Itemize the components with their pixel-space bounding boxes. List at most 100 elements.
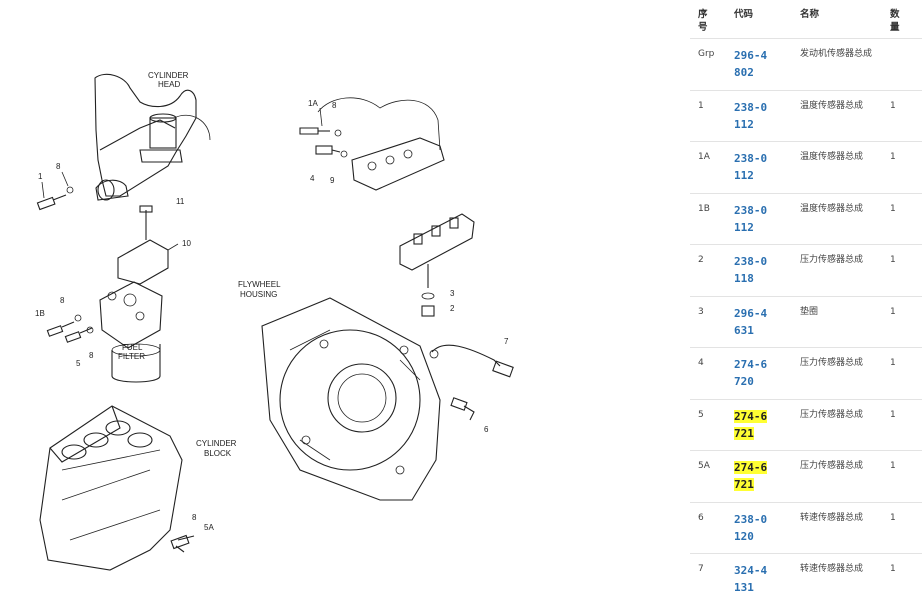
- cell-seq: 6: [690, 501, 726, 554]
- cell-name: 发动机传感器总成: [792, 37, 882, 90]
- part-code-link[interactable]: 296-4631: [734, 305, 770, 339]
- table-row: 6 238-0120 转速传感器总成 1: [690, 501, 922, 554]
- callout-9: 9: [330, 176, 335, 185]
- callout-1: 1: [38, 172, 43, 181]
- cell-qty-text: 1: [890, 564, 896, 574]
- cell-name-text: 转速传感器总成: [800, 564, 864, 574]
- part-code-link[interactable]: 238-0112: [734, 202, 770, 236]
- table-row: 1A 238-0112 温度传感器总成 1: [690, 141, 922, 193]
- parts-table: 序号 代码 名称 数量 Grp 296-4802 发动机传感器总成 1 238-0112…: [690, 0, 922, 602]
- cell-name: 压力传感器总成: [792, 398, 882, 451]
- cell-qty: 1: [882, 141, 922, 193]
- cell-name-text: 压力传感器总成: [800, 358, 864, 368]
- cylinder-head-label-1: CYLINDER: [148, 71, 189, 80]
- callout-1a: 1A: [308, 99, 318, 108]
- cell-seq-text: 3: [698, 306, 704, 317]
- cell-code: 238-0112: [726, 192, 792, 245]
- table-row: 5 274-6721 压力传感器总成 1: [690, 398, 922, 451]
- part-code-text: 274-6721: [734, 461, 768, 491]
- cell-qty-text: 1: [890, 306, 896, 317]
- cell-name: 压力传感器总成: [792, 450, 882, 502]
- callout-8d: 8: [332, 101, 337, 110]
- cell-seq-text: 5A: [698, 461, 710, 471]
- callout-4: 4: [310, 174, 315, 183]
- cell-seq-text: Grp: [698, 48, 715, 59]
- cell-name-text: 压力传感器总成: [800, 461, 864, 471]
- part-code-link[interactable]: 238-0118: [734, 253, 770, 287]
- part-code-text: 324-4131: [734, 564, 768, 594]
- table-row: 1 238-0112 温度传感器总成 1: [690, 89, 922, 142]
- callout-8c: 8: [89, 351, 94, 360]
- callout-2: 2: [450, 304, 455, 313]
- temperature-sensor-1: [36, 171, 74, 211]
- part-code-text: 274-6720: [734, 358, 768, 388]
- cell-code: 296-4631: [726, 295, 792, 348]
- table-row: 3 296-4631 垫圈 1: [690, 295, 922, 348]
- part-code-link[interactable]: 274-6721: [734, 408, 770, 442]
- cylinder-block-label-1: CYLINDER: [196, 439, 237, 448]
- cell-seq: 7: [690, 553, 726, 602]
- callout-10: 10: [182, 239, 191, 248]
- part-code-link[interactable]: 274-6720: [734, 356, 770, 390]
- cell-seq-text: 6: [698, 512, 704, 523]
- callout-8b: 8: [60, 296, 65, 305]
- cell-seq: 2: [690, 244, 726, 296]
- table-row: Grp 296-4802 发动机传感器总成: [690, 37, 922, 90]
- cell-qty-text: 1: [890, 255, 896, 265]
- cell-qty-text: 1: [890, 461, 896, 471]
- table-row: 2 238-0118 压力传感器总成 1: [690, 244, 922, 296]
- part-code-text: 238-0112: [734, 152, 768, 182]
- cell-code: 274-6720: [726, 347, 792, 399]
- parts-list: 序号 代码 名称 数量 Grp 296-4802 发动机传感器总成 1 238-0112…: [690, 0, 922, 602]
- cell-qty-text: 1: [890, 358, 896, 368]
- part-code-link[interactable]: 238-0112: [734, 99, 770, 133]
- cell-seq-text: 7: [698, 564, 704, 574]
- fuel-filter-label-2: FILTER: [118, 352, 145, 361]
- part-code-link[interactable]: 324-4131: [734, 562, 770, 596]
- table-row: 7 324-4131 转速传感器总成 1: [690, 553, 922, 602]
- cell-code: 274-6721: [726, 398, 792, 451]
- cell-name: 转速传感器总成: [792, 501, 882, 554]
- cell-seq-text: 5: [698, 409, 704, 420]
- flywheel-housing-label-2: HOUSING: [240, 290, 277, 299]
- cell-name: 温度传感器总成: [792, 141, 882, 193]
- cell-name-text: 温度传感器总成: [800, 152, 864, 162]
- callout-3: 3: [450, 289, 455, 298]
- table-row: 5A 274-6721 压力传感器总成 1: [690, 450, 922, 502]
- parts-diagram: CYLINDER HEAD 1 8 11 10 1B 8 8 5 FUEL FI…: [0, 0, 690, 602]
- part-code-link[interactable]: 296-4802: [734, 47, 770, 81]
- part-code-link[interactable]: 238-0120: [734, 511, 770, 545]
- callout-5: 5: [76, 359, 81, 368]
- cell-seq-text: 2: [698, 255, 704, 265]
- cell-name: 压力传感器总成: [792, 347, 882, 399]
- cell-qty: 1: [882, 347, 922, 399]
- cell-seq: 5A: [690, 450, 726, 502]
- cell-qty: 1: [882, 89, 922, 142]
- part-code-text: 238-0112: [734, 203, 768, 234]
- cell-code: 238-0112: [726, 141, 792, 193]
- cell-name: 垫圈: [792, 295, 882, 348]
- cylinder-head-drawing: [94, 73, 211, 201]
- cell-code: 238-0112: [726, 89, 792, 142]
- part-code-text: 296-4802: [734, 48, 768, 79]
- cell-code: 238-0118: [726, 244, 792, 296]
- cell-name: 温度传感器总成: [792, 192, 882, 245]
- cell-qty-text: 1: [890, 512, 896, 523]
- cell-name: 转速传感器总成: [792, 553, 882, 602]
- sensor-1b-5: [46, 314, 94, 343]
- part-code-link[interactable]: 274-6721: [734, 459, 770, 493]
- cell-name-text: 压力传感器总成: [800, 255, 864, 265]
- cell-code: 296-4802: [726, 37, 792, 90]
- cell-seq-text: 1B: [698, 203, 710, 214]
- header-name: 名称: [800, 9, 820, 20]
- callout-5a: 5A: [204, 523, 214, 532]
- part-code-link[interactable]: 238-0112: [734, 150, 770, 184]
- cell-seq: 4: [690, 347, 726, 399]
- cell-name: 压力传感器总成: [792, 244, 882, 296]
- part-code-text: 238-0118: [734, 255, 768, 285]
- cell-seq-text: 4: [698, 358, 704, 368]
- common-rail-drawing: [399, 213, 475, 317]
- cell-seq: 1B: [690, 192, 726, 245]
- cell-qty-text: 1: [890, 100, 896, 111]
- cell-code: 238-0120: [726, 501, 792, 554]
